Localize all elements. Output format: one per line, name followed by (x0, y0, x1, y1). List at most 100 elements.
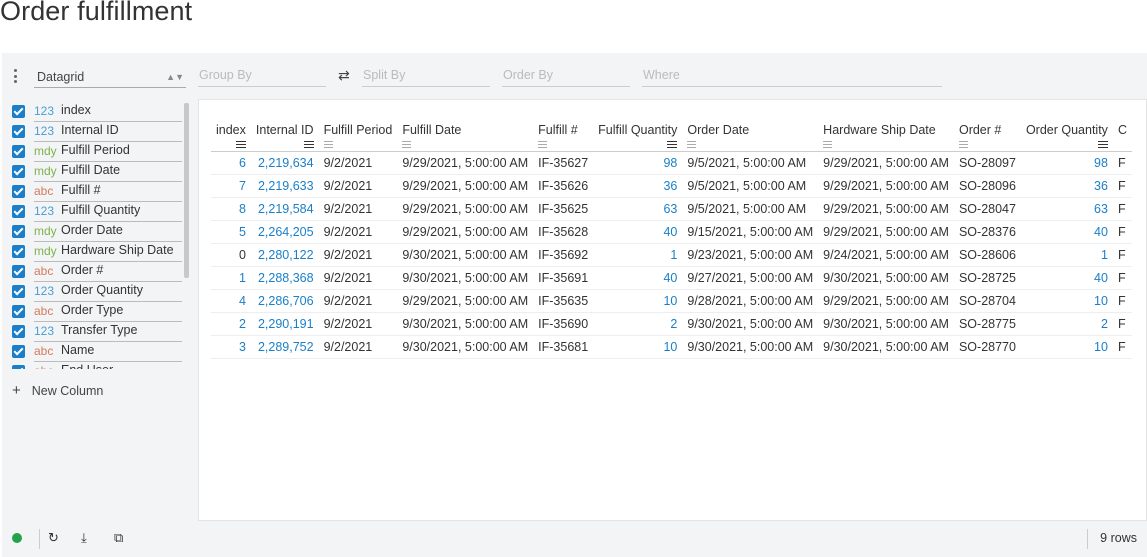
table-cell[interactable]: 1 (1020, 243, 1113, 267)
table-cell[interactable]: SO-28096 (953, 174, 1021, 198)
table-cell[interactable]: 9/15/2021, 5:00:00 AM (682, 220, 819, 244)
column-name[interactable]: Internal ID (61, 123, 119, 137)
table-cell[interactable]: SO-28704 (953, 289, 1021, 313)
column-header[interactable]: Fulfill Quantity (593, 110, 682, 137)
table-cell[interactable]: IF-35627 (533, 151, 594, 175)
column-name[interactable]: Fulfill Period (61, 143, 130, 157)
table-cell[interactable]: 9/23/2021, 5:00:00 AM (682, 243, 819, 267)
table-cell[interactable]: 10 (593, 289, 683, 313)
table-cell[interactable]: 9/2/2021 (318, 289, 398, 313)
column-header-sort[interactable] (953, 137, 1021, 152)
column-checkbox[interactable] (12, 185, 25, 198)
table-cell[interactable]: 4 (211, 289, 251, 313)
column-header-sort[interactable] (1112, 137, 1132, 152)
swap-pivots-icon[interactable]: ⇄ (338, 67, 350, 84)
plugin-selector[interactable]: Datagrid ▲▼ (34, 67, 186, 88)
table-cell[interactable]: 9/29/2021, 5:00:00 AM (818, 174, 954, 198)
table-cell[interactable]: F (1112, 174, 1132, 198)
table-cell[interactable]: 7 (211, 174, 251, 198)
table-cell[interactable]: 2,280,122 (250, 243, 319, 267)
column-menu-icon[interactable] (1097, 141, 1108, 148)
table-cell[interactable]: F (1112, 312, 1132, 336)
table-cell[interactable]: IF-35626 (533, 174, 594, 198)
column-header[interactable]: index (211, 110, 251, 137)
column-header[interactable]: Hardware Ship Date (818, 110, 954, 137)
table-cell[interactable]: 9/29/2021, 5:00:00 AM (397, 151, 534, 175)
table-cell[interactable]: 40 (593, 266, 683, 290)
table-cell[interactable]: 36 (1020, 174, 1113, 198)
table-cell[interactable]: 5 (211, 220, 251, 244)
table-cell[interactable]: F (1112, 151, 1132, 175)
column-header-sort[interactable] (318, 137, 398, 152)
new-column-button[interactable]: + New Column (12, 382, 103, 399)
column-name[interactable]: index (61, 103, 91, 117)
column-header[interactable]: Fulfill Period (319, 110, 398, 137)
column-selector-item[interactable]: 123 Transfer Type (10, 322, 182, 342)
table-cell[interactable]: SO-28725 (953, 266, 1021, 290)
column-checkbox[interactable] (12, 325, 25, 338)
column-header-sort[interactable] (397, 137, 534, 152)
column-name[interactable]: Name (61, 343, 94, 357)
table-cell[interactable]: 9/5/2021, 5:00:00 AM (682, 197, 819, 221)
table-cell[interactable]: F (1112, 220, 1132, 244)
table-cell[interactable]: 2,288,368 (250, 266, 319, 290)
table-cell[interactable]: 9/29/2021, 5:00:00 AM (818, 197, 954, 221)
column-selector-item[interactable]: 123 Internal ID (10, 122, 182, 142)
table-cell[interactable]: 9/2/2021 (318, 220, 398, 244)
table-cell[interactable]: SO-28775 (953, 312, 1021, 336)
table-cell[interactable]: IF-35692 (533, 243, 594, 267)
column-name[interactable]: Fulfill Date (61, 163, 120, 177)
table-cell[interactable]: 9/29/2021, 5:00:00 AM (397, 289, 534, 313)
copy-icon[interactable]: ⧉ (114, 530, 123, 546)
table-cell[interactable]: 9/28/2021, 5:00:00 AM (682, 289, 819, 313)
column-menu-icon[interactable] (687, 141, 697, 148)
table-cell[interactable]: IF-35681 (533, 335, 594, 359)
table-cell[interactable]: 63 (593, 197, 683, 221)
table-cell[interactable]: 8 (211, 197, 251, 221)
table-cell[interactable]: 9/29/2021, 5:00:00 AM (397, 174, 534, 198)
column-checkbox[interactable] (12, 245, 25, 258)
table-row[interactable]: 6 2,219,634 9/2/2021 9/29/2021, 5:00:00 AM I… (211, 151, 1132, 175)
table-cell[interactable]: 98 (593, 151, 683, 175)
table-row[interactable]: 2 2,290,191 9/2/2021 9/30/2021, 5:00:00 AM I… (211, 312, 1132, 336)
table-cell[interactable]: 36 (593, 174, 683, 198)
column-checkbox[interactable] (12, 285, 25, 298)
table-cell[interactable]: 2,219,634 (250, 151, 319, 175)
table-cell[interactable]: 2 (211, 312, 251, 336)
column-checkbox[interactable] (12, 125, 25, 138)
table-cell[interactable]: 9/30/2021, 5:00:00 AM (682, 312, 819, 336)
column-name[interactable]: Transfer Type (61, 323, 137, 337)
table-cell[interactable]: SO-28047 (953, 197, 1021, 221)
table-cell[interactable]: 1 (211, 266, 251, 290)
column-header-sort[interactable] (211, 137, 251, 152)
table-row[interactable]: 4 2,286,706 9/2/2021 9/29/2021, 5:00:00 AM I… (211, 289, 1132, 313)
table-cell[interactable]: 9/5/2021, 5:00:00 AM (682, 151, 819, 175)
table-row[interactable]: 7 2,219,633 9/2/2021 9/29/2021, 5:00:00 AM I… (211, 174, 1132, 198)
table-cell[interactable]: 9/27/2021, 5:00:00 AM (682, 266, 819, 290)
table-row[interactable]: 3 2,289,752 9/2/2021 9/30/2021, 5:00:00 AM I… (211, 335, 1132, 359)
table-row[interactable]: 0 2,280,122 9/2/2021 9/30/2021, 5:00:00 AM I… (211, 243, 1132, 267)
settings-toggle-icon[interactable] (12, 69, 18, 83)
column-menu-icon[interactable] (303, 141, 314, 148)
column-selector-item[interactable]: abc Fulfill # (10, 182, 182, 202)
column-selector-item[interactable]: 123 Order Quantity (10, 282, 182, 302)
table-cell[interactable]: 40 (593, 220, 683, 244)
table-cell[interactable]: 9/29/2021, 5:00:00 AM (397, 220, 534, 244)
table-cell[interactable]: 2 (593, 312, 683, 336)
column-selector-item[interactable]: abc Name (10, 342, 182, 362)
table-cell[interactable]: IF-35625 (533, 197, 594, 221)
column-name[interactable]: Order Date (61, 223, 123, 237)
column-header[interactable]: Fulfill # (533, 110, 593, 137)
table-cell[interactable]: F (1112, 243, 1132, 267)
table-cell[interactable]: 9/24/2021, 5:00:00 AM (818, 243, 954, 267)
split-by-field[interactable]: Split By (362, 65, 490, 87)
table-cell[interactable]: 2,290,191 (250, 312, 319, 336)
table-cell[interactable]: 9/30/2021, 5:00:00 AM (397, 266, 534, 290)
table-cell[interactable]: 9/2/2021 (318, 174, 398, 198)
table-row[interactable]: 8 2,219,584 9/2/2021 9/29/2021, 5:00:00 AM I… (211, 197, 1132, 221)
table-cell[interactable]: 9/30/2021, 5:00:00 AM (818, 312, 954, 336)
column-name[interactable]: Fulfill Quantity (61, 203, 140, 217)
column-menu-icon[interactable] (235, 141, 246, 148)
table-cell[interactable]: SO-28606 (953, 243, 1021, 267)
column-selector-item[interactable]: abc End User (10, 362, 182, 369)
